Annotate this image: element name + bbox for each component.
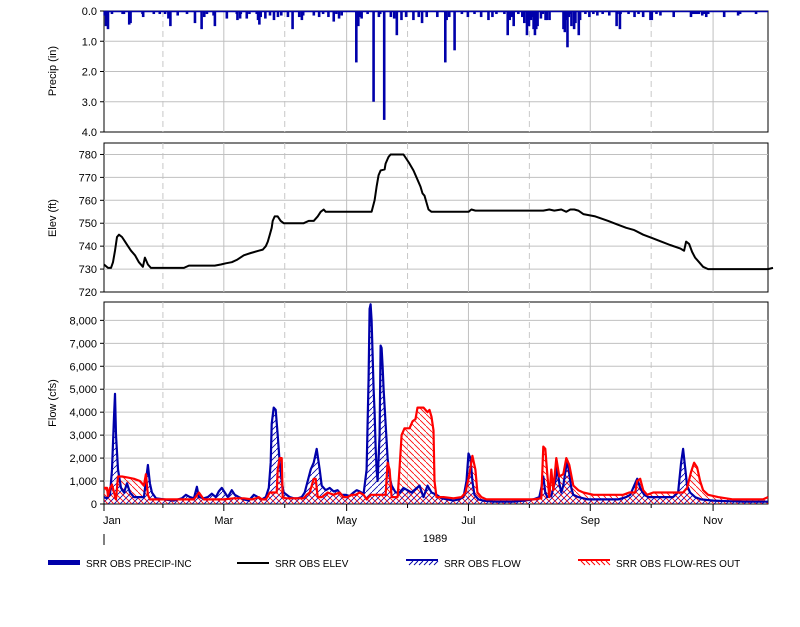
legend-label: SRR OBS FLOW-RES OUT: [616, 559, 740, 570]
x-tick-label: May: [336, 515, 357, 527]
legend-item: SRR OBS FLOW-RES OUT: [578, 559, 740, 570]
y-tick-label: 5,000: [69, 384, 97, 396]
precip-bar: [200, 11, 203, 30]
chart-canvas: 0.0 1.0 2.0 3.0 4.0 Precip (in) 720 730 740 750…: [47, 6, 774, 570]
elev-plot-frame: [103, 142, 769, 293]
precip-bar: [420, 11, 424, 24]
precip-bar: [487, 11, 490, 21]
precip-bar: [332, 11, 336, 22]
flow-y-ticks: 0 1,000 2,000 3,000 4,000 5,000 6,000 7,000 8,00…: [69, 315, 104, 511]
legend-item: SRR OBS FLOW: [406, 559, 521, 570]
y-tick-label: 4.0: [82, 127, 97, 139]
y-tick-label: 2,000: [69, 453, 97, 465]
precip-bar: [213, 11, 217, 27]
precip-bar: [548, 11, 551, 21]
elev-y-axis-label: Elev (ft): [47, 199, 59, 237]
x-tick-label: Jan: [103, 515, 121, 527]
precip-bar: [412, 11, 415, 21]
legend-label: SRR OBS PRECIP-INC: [86, 559, 192, 570]
legend: SRR OBS PRECIP-INC SRR OBS ELEV SRR OBS FL…: [48, 559, 740, 570]
precip-bar: [523, 11, 526, 24]
y-tick-label: 0: [91, 499, 97, 511]
y-tick-label: 720: [79, 287, 97, 299]
precip-bar: [578, 11, 582, 21]
x-axis: 1989 Jan Mar May Jul Sep Nov: [103, 504, 723, 545]
precip-bar: [650, 11, 654, 21]
y-tick-label: 1,000: [69, 476, 97, 488]
legend-item: SRR OBS ELEV: [237, 559, 349, 570]
legend-swatch: [48, 560, 80, 565]
flow-plot-frame: [103, 301, 769, 505]
elev-y-ticks: 720 730 740 750 760 770 780: [79, 149, 104, 299]
precip-bar: [570, 11, 573, 27]
legend-label: SRR OBS FLOW: [444, 559, 521, 570]
precip-bar: [291, 11, 294, 30]
precip-y-ticks: 0.0 1.0 2.0 3.0 4.0: [82, 6, 104, 139]
y-tick-label: 740: [79, 241, 97, 253]
y-tick-label: 770: [79, 172, 97, 184]
x-tick-label: Mar: [214, 515, 233, 527]
elev-panel: 720 730 740 750 760 770 780 Elev (ft): [47, 142, 774, 299]
precip-bar: [193, 11, 197, 24]
y-tick-label: 2.0: [82, 67, 97, 79]
y-tick-label: 1.0: [82, 36, 97, 48]
precip-bar: [169, 11, 172, 27]
precip-bar: [129, 11, 132, 24]
y-tick-label: 780: [79, 149, 97, 161]
precip-bar: [372, 11, 375, 102]
precip-bar: [106, 11, 110, 30]
y-tick-label: 750: [79, 218, 97, 230]
y-tick-label: 4,000: [69, 407, 97, 419]
legend-swatch: [406, 559, 439, 566]
precip-bar: [395, 11, 399, 36]
x-tick-label: Sep: [580, 515, 600, 527]
legend-item: SRR OBS PRECIP-INC: [48, 559, 192, 570]
y-tick-label: 3.0: [82, 97, 97, 109]
precip-bar: [272, 11, 276, 21]
precip-y-axis-label: Precip (in): [47, 46, 59, 96]
precip-bar: [453, 11, 456, 51]
y-tick-label: 0.0: [82, 6, 97, 18]
precip-bar: [512, 11, 515, 27]
flow-panel: 0 1,000 2,000 3,000 4,000 5,000 6,000 7,000 8,00…: [47, 301, 769, 511]
y-tick-label: 8,000: [69, 315, 97, 327]
precip-bar: [445, 11, 448, 21]
y-tick-label: 3,000: [69, 430, 97, 442]
x-tick-label: Jul: [461, 515, 475, 527]
y-tick-label: 730: [79, 264, 97, 276]
x-axis-year-label: 1989: [423, 533, 447, 545]
precip-bar: [236, 11, 239, 21]
x-tick-label: Nov: [703, 515, 723, 527]
legend-swatch: [578, 559, 611, 566]
precip-bar: [545, 11, 549, 21]
y-tick-label: 760: [79, 195, 97, 207]
precip-bar: [536, 11, 539, 27]
legend-label: SRR OBS ELEV: [275, 559, 349, 570]
y-tick-label: 7,000: [69, 338, 97, 350]
y-tick-label: 6,000: [69, 361, 97, 373]
precip-bar: [382, 11, 386, 120]
flow-y-axis-label: Flow (cfs): [47, 379, 59, 427]
precip-panel: 0.0 1.0 2.0 3.0 4.0 Precip (in): [47, 6, 769, 139]
precip-bar: [574, 11, 577, 24]
precip-bar: [400, 11, 403, 21]
